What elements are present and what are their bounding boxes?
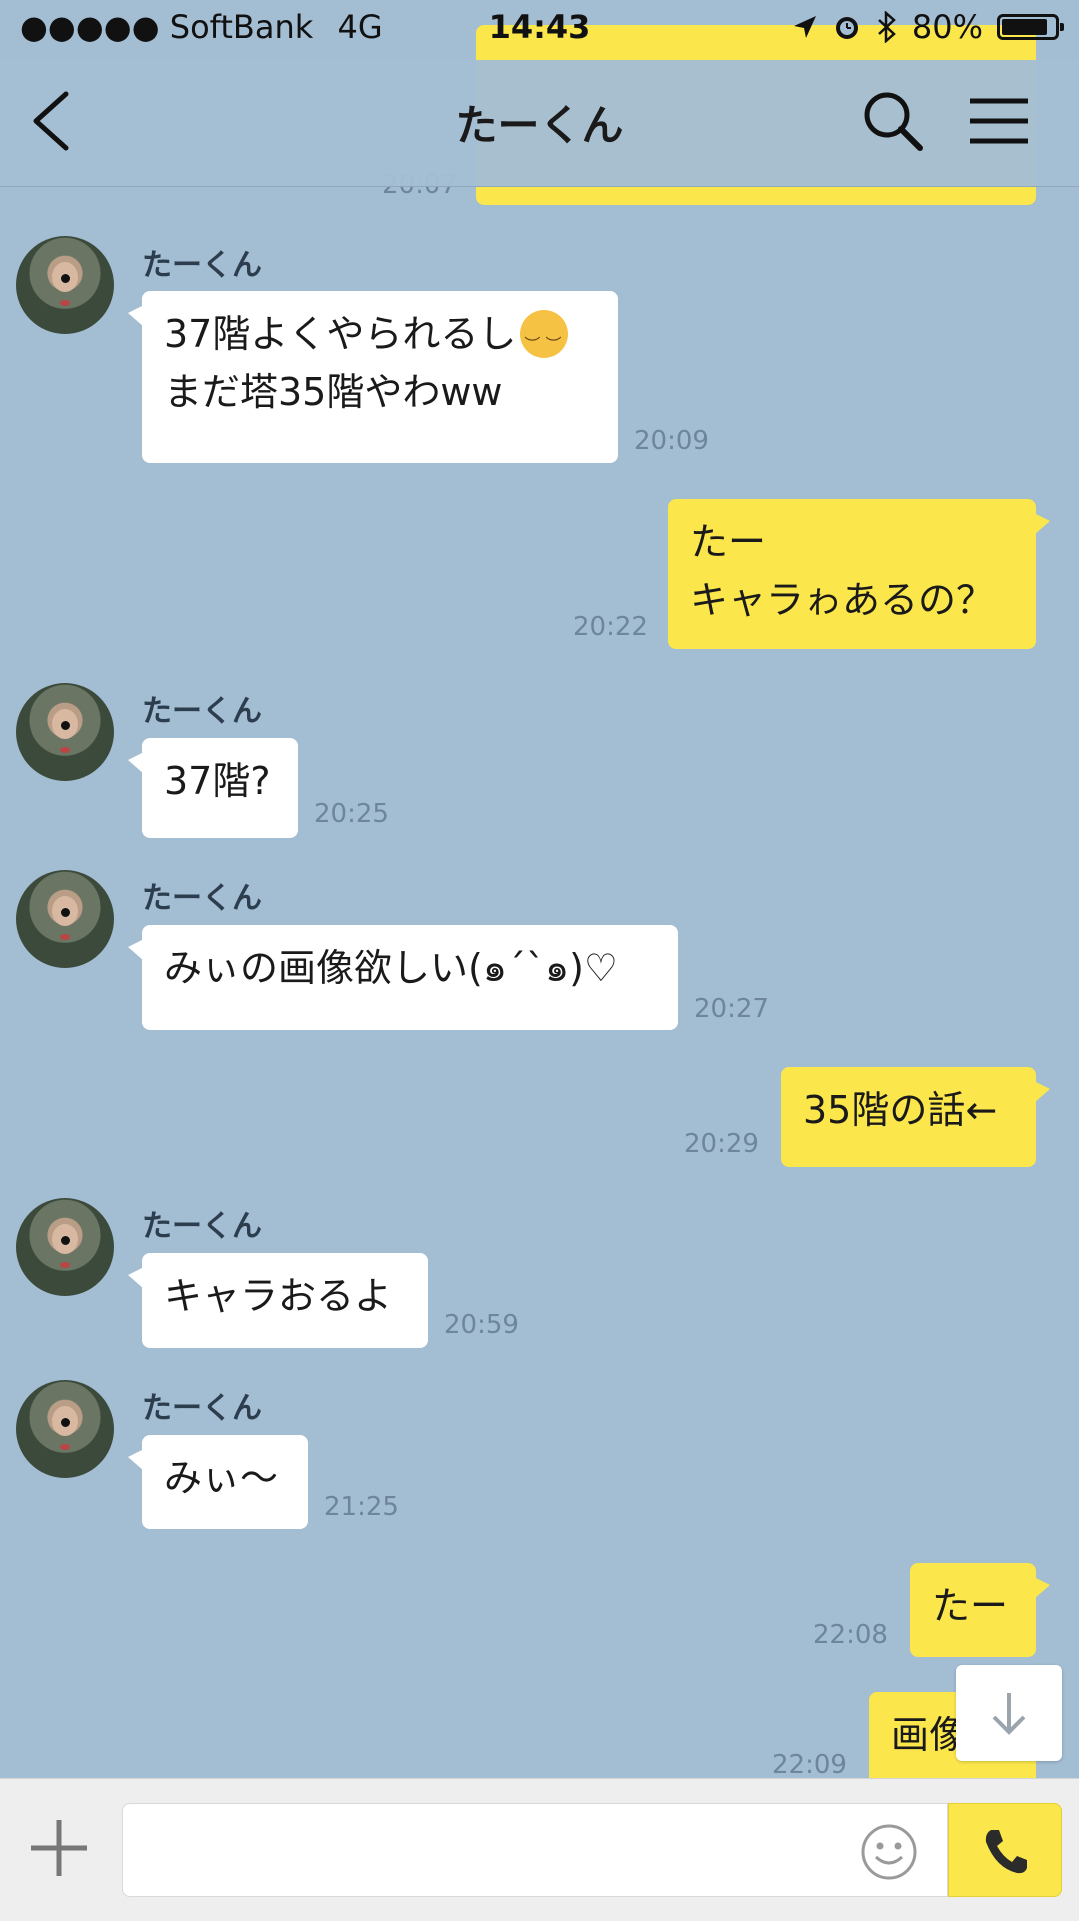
contact-avatar[interactable] xyxy=(16,870,114,968)
contact-avatar[interactable] xyxy=(16,236,114,334)
message-text: たー xyxy=(932,1584,1009,1628)
contact-avatar[interactable] xyxy=(16,683,114,781)
contact-avatar[interactable] xyxy=(16,1198,114,1296)
message-input-bar xyxy=(0,1778,1079,1921)
message-time: 21:25 xyxy=(324,1492,399,1522)
location-arrow-icon xyxy=(793,16,816,38)
search-icon[interactable] xyxy=(860,88,924,152)
hamburger-menu-icon[interactable] xyxy=(968,96,1030,146)
battery-percent: 80% xyxy=(911,8,983,46)
message-text: たー xyxy=(690,520,767,564)
chat-area[interactable]: 20:07 たーくん 37階よくやられるし まだ塔35階やわww 20:09 た… xyxy=(0,0,1079,1778)
message-text: みぃ〜 xyxy=(164,1456,279,1500)
plus-icon[interactable] xyxy=(28,1817,90,1879)
message-time: 22:08 xyxy=(813,1620,888,1650)
message-time: 22:09 xyxy=(772,1750,847,1778)
arrow-down-icon xyxy=(992,1693,1026,1735)
smiley-icon[interactable] xyxy=(860,1823,918,1881)
contact-name: たーくん xyxy=(142,248,262,283)
alarm-icon xyxy=(835,17,858,39)
bluetooth-icon xyxy=(878,11,896,43)
message-text: キャラおるよ xyxy=(164,1274,393,1318)
message-time: 20:09 xyxy=(634,426,709,456)
message-time: 20:27 xyxy=(694,994,769,1024)
contact-name: たーくん xyxy=(142,1391,262,1426)
call-button[interactable] xyxy=(948,1803,1062,1897)
message-bubble-incoming[interactable]: 37階? xyxy=(128,738,298,838)
contact-name: たーくん xyxy=(142,881,262,916)
phone-icon xyxy=(985,1830,1027,1874)
message-bubble-incoming[interactable]: 37階よくやられるし まだ塔35階やわww xyxy=(128,291,618,463)
message-input[interactable] xyxy=(122,1803,948,1897)
message-time: 20:29 xyxy=(684,1129,759,1159)
battery-icon xyxy=(997,14,1064,40)
message-text: キャラゎあるの？ xyxy=(690,578,995,622)
message-time: 20:59 xyxy=(444,1310,519,1340)
pensive-face-emoji xyxy=(520,309,569,374)
message-bubble-incoming[interactable]: みぃ〜 xyxy=(128,1435,308,1529)
message-bubble-outgoing[interactable]: 35階の話← xyxy=(781,1067,1050,1167)
message-text: 35階の話← xyxy=(803,1088,998,1132)
contact-name: たーくん xyxy=(142,694,262,729)
message-bubble-outgoing[interactable]: たー xyxy=(910,1563,1050,1657)
chat-header: たーくん xyxy=(0,60,1079,187)
status-bar: ●●●●● SoftBank 4G 14:43 80% xyxy=(0,0,1079,60)
scroll-to-bottom-button[interactable] xyxy=(956,1665,1062,1761)
message-bubble-outgoing[interactable]: たー キャラゎあるの？ xyxy=(668,499,1050,649)
contact-avatar[interactable] xyxy=(16,1380,114,1478)
message-time: 20:25 xyxy=(314,799,389,829)
message-text: 37階? xyxy=(164,759,271,803)
message-time: 20:22 xyxy=(573,612,648,642)
message-text: みぃの画像欲しい(๑´`๑)♡ xyxy=(164,946,618,990)
message-bubble-incoming[interactable]: キャラおるよ xyxy=(128,1253,428,1348)
contact-name: たーくん xyxy=(142,1209,262,1244)
message-text: 37階よくやられるし xyxy=(164,305,596,374)
message-bubble-incoming[interactable]: みぃの画像欲しい(๑´`๑)♡ xyxy=(128,925,678,1030)
